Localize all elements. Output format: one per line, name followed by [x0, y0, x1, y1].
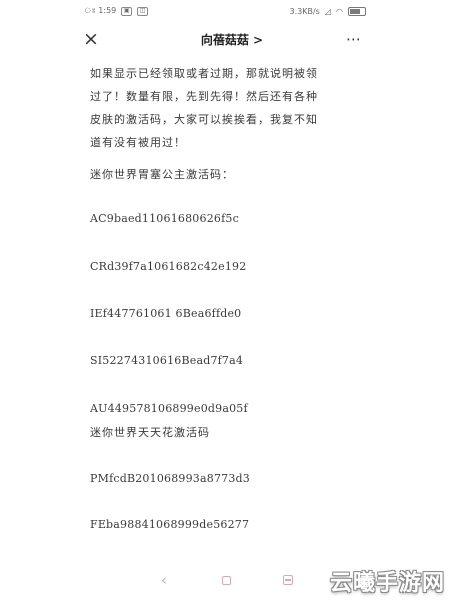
status-right: 3.3KB/s ◿ ◠	[289, 6, 366, 16]
home-button[interactable]	[216, 570, 236, 590]
status-left: ঃ 1:59 ▣ ◫	[84, 5, 149, 18]
code-item-1: AC9baed11061680626f5c	[90, 212, 239, 225]
back-icon: ‹	[161, 571, 167, 589]
intro-line-2: 过了！数量有限，先到先得！然后还有各种	[90, 90, 318, 103]
menu-button[interactable]	[278, 570, 298, 590]
code-item-3: IEf447761061 6Bea6ffde0	[90, 307, 242, 320]
intro-line-4: 道有没有被用过！	[90, 136, 186, 149]
more-icon: ⋯	[346, 30, 362, 48]
wifi-icon: ◠	[336, 6, 343, 16]
watermark: 云曦手游网	[329, 571, 445, 596]
code-item-5: AU449578106899e0d9a05f	[90, 402, 248, 415]
code-heading-1: 迷你世界胃塞公主激活码：	[90, 168, 234, 181]
code-heading-2: 迷你世界天天花激活码	[90, 426, 210, 439]
close-button[interactable]: ×	[80, 28, 102, 50]
code-item-6: PMfcdB201068993a8773d3	[90, 472, 251, 485]
network-speed: 3.3KB/s	[289, 6, 320, 16]
app-icon: ◫	[137, 6, 149, 16]
more-options-button[interactable]: ⋯	[342, 29, 366, 49]
article-content: 如果显示已经领取或者过期，那就说明被领 过了！数量有限，先到先得！然后还有各种 …	[90, 62, 386, 154]
code-item-7: FEba98841068999de56277	[90, 518, 250, 531]
intro-line-1: 如果显示已经领取或者过期，那就说明被领	[90, 67, 318, 80]
status-time: ঃ 1:59	[84, 5, 117, 15]
top-navigation-bar: × 向蓓菇菇 > ⋯	[0, 27, 450, 55]
page-title[interactable]: 向蓓菇菇 >	[187, 31, 277, 48]
status-bar: ঃ 1:59 ▣ ◫ 3.3KB/s ◿ ◠	[0, 0, 450, 22]
intro-line-3: 皮肤的激活码，大家可以挨挨看，我复不知	[90, 113, 318, 126]
notification-icon: ▣	[121, 6, 133, 16]
battery-icon	[348, 6, 366, 16]
signal-icon: ◿	[324, 6, 332, 16]
home-icon	[221, 575, 231, 585]
menu-icon	[283, 575, 293, 585]
back-button[interactable]: ‹	[154, 570, 174, 590]
code-item-4: SI52274310616Bead7f7a4	[90, 354, 244, 367]
close-icon: ×	[83, 28, 99, 50]
code-item-2: CRd39f7a1061682c42e192	[90, 260, 247, 273]
